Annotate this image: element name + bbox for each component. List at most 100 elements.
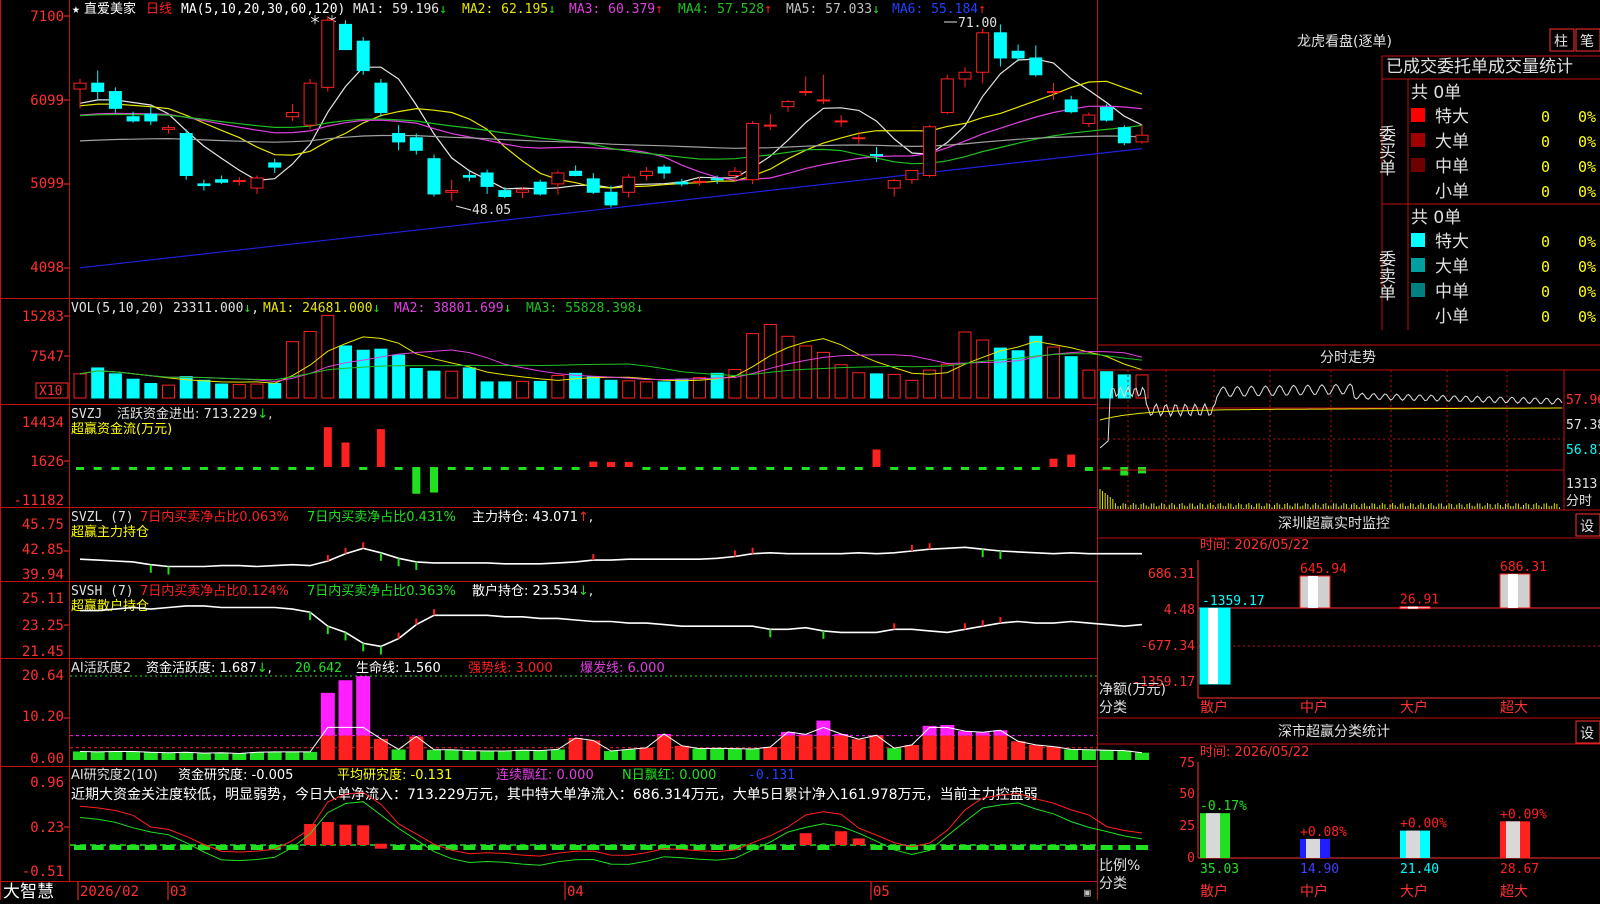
svzj-bar-outflow bbox=[766, 467, 774, 470]
svzj-bar-inflow bbox=[1067, 455, 1075, 467]
svzj-bar-outflow bbox=[200, 467, 208, 470]
classify-bar-shine bbox=[1506, 821, 1520, 858]
classify-category: 散户 bbox=[1200, 883, 1228, 900]
classify-change-label: +0.08% bbox=[1300, 825, 1347, 840]
ai2-bar-down bbox=[463, 845, 475, 850]
stock-name[interactable]: 直爱美家 bbox=[84, 1, 136, 17]
classify-ytick-3: 25 bbox=[1179, 819, 1195, 834]
ai2-l4: N日飘红: 0.000 bbox=[622, 767, 716, 783]
ai2-ytick-1: 0.96 bbox=[30, 775, 64, 791]
lock-icon[interactable]: ▣ bbox=[1084, 886, 1091, 899]
price-ytick-4: 4098 bbox=[30, 260, 64, 276]
ai1-bar bbox=[1117, 751, 1131, 760]
svzj-bar-outflow bbox=[129, 467, 137, 470]
ai1-bar bbox=[339, 736, 353, 760]
volume-bar-up bbox=[959, 332, 971, 398]
svzj-bar-outflow bbox=[996, 467, 1004, 470]
svzj-value: 活跃资金进出: 713.229↓, bbox=[117, 406, 272, 422]
candle-up bbox=[853, 138, 865, 139]
ai1-bar bbox=[693, 749, 707, 760]
ai2-bar-down bbox=[1012, 845, 1024, 850]
svzj-bar-outflow bbox=[926, 467, 934, 470]
svzj-bar-inflow bbox=[377, 429, 385, 467]
ai1-l3: 生命线: 1.560 bbox=[356, 660, 441, 676]
ai1-bar bbox=[1082, 750, 1096, 760]
ai1-bar bbox=[816, 736, 830, 760]
svzl-name: SVZL (7) bbox=[71, 510, 134, 525]
fenshi-title[interactable]: 分时走势 bbox=[1320, 350, 1376, 366]
ai2-bar-down bbox=[517, 845, 529, 850]
svzj-name: SVZJ bbox=[71, 407, 102, 422]
svsh-t2: 7日内买卖净占比0.363% bbox=[307, 583, 456, 599]
price-ytick-2: 6099 bbox=[30, 93, 64, 109]
volume-bar-down bbox=[92, 368, 104, 398]
buy-side-label: 委买单 bbox=[1375, 125, 1396, 176]
svzj-bar-outflow bbox=[979, 467, 987, 470]
svzj-bar-outflow bbox=[1032, 467, 1040, 470]
candle-down bbox=[269, 163, 281, 167]
volume-bar-up bbox=[74, 374, 86, 398]
price-ytick-3: 5099 bbox=[30, 176, 64, 192]
volume-bar-down bbox=[534, 381, 546, 398]
classify-time: 时间: 2026/05/22 bbox=[1200, 745, 1309, 760]
svzj-bar-outflow bbox=[572, 467, 580, 470]
ai2-bar-down bbox=[180, 845, 192, 850]
svzj-bar-outflow bbox=[165, 467, 173, 470]
lhb-row-count: 0 bbox=[1541, 158, 1550, 176]
lhb-row-label: 特大 bbox=[1435, 232, 1469, 252]
ma6-label: MA6: 55.184↑ bbox=[892, 2, 986, 17]
svzj-bar-outflow bbox=[678, 467, 686, 470]
lhb-row-pct: 0% bbox=[1578, 308, 1596, 326]
ai1-bar bbox=[993, 736, 1007, 760]
svsh-ytick-3: 21.45 bbox=[22, 644, 64, 660]
lhb-row-pct: 0% bbox=[1578, 233, 1596, 251]
lhb-row-count: 0 bbox=[1541, 258, 1550, 276]
volume-bar-down bbox=[428, 371, 440, 398]
period-label[interactable]: 日线 bbox=[146, 2, 172, 17]
ai2-bar-down bbox=[1136, 845, 1148, 850]
ai2-bar-up bbox=[853, 838, 865, 845]
ai2-bar-down bbox=[233, 845, 245, 850]
ai2-l3: 连续飘红: 0.000 bbox=[496, 767, 594, 783]
ai2-bar-down bbox=[711, 845, 723, 850]
ai1-bar bbox=[480, 751, 494, 760]
svzj-bar-outflow bbox=[536, 467, 544, 470]
volume-bar-down bbox=[109, 374, 121, 398]
vol-value: 23311.000↓, bbox=[173, 301, 259, 316]
svzj-bar-outflow bbox=[1085, 467, 1093, 471]
svzl-t2: 7日内买卖净占比0.431% bbox=[307, 509, 456, 525]
lhb-row-count: 0 bbox=[1541, 308, 1550, 326]
candle-down bbox=[994, 33, 1006, 58]
volume-bar-up bbox=[446, 371, 458, 398]
monitor-value-label: 686.31 bbox=[1500, 560, 1547, 575]
lhb-row-count: 0 bbox=[1541, 133, 1550, 151]
svzj-bar-outflow bbox=[696, 467, 704, 470]
candle-up bbox=[977, 33, 989, 72]
lhb-tab-orders[interactable]: 委托单 bbox=[1437, 57, 1488, 77]
candle-down bbox=[658, 167, 670, 173]
ai2-bar-down bbox=[481, 845, 493, 850]
volume-bar-down bbox=[658, 382, 670, 398]
ai1-bar bbox=[91, 752, 105, 760]
candle-down bbox=[145, 114, 157, 121]
ai2-bar-down bbox=[92, 845, 104, 850]
star-icon: ★ bbox=[72, 2, 80, 17]
ai1-bar bbox=[852, 739, 866, 760]
lhb-tab-volume[interactable]: 成交量统计 bbox=[1488, 57, 1573, 77]
candle-up bbox=[906, 170, 918, 179]
lhb-row-pct: 0% bbox=[1578, 258, 1596, 276]
classify-ylabel-2: 分类 bbox=[1099, 876, 1127, 892]
volume-bar-up bbox=[800, 346, 812, 398]
svzj-bar-outflow bbox=[288, 467, 296, 470]
lhb-tab-filled[interactable]: 已成交 bbox=[1386, 57, 1437, 77]
monitor-ytick-1: 686.31 bbox=[1148, 567, 1195, 582]
ai1-bar bbox=[639, 748, 653, 760]
svzj-bar-outflow bbox=[908, 467, 916, 470]
monitor-category: 散户 bbox=[1200, 699, 1228, 716]
volume-bar-down bbox=[198, 380, 210, 398]
ai2-bar-down bbox=[994, 845, 1006, 850]
ai1-bar bbox=[940, 736, 954, 760]
ai2-l5: -0.131 bbox=[748, 768, 795, 783]
candle-up bbox=[74, 83, 86, 89]
ai1-bar bbox=[657, 736, 671, 760]
